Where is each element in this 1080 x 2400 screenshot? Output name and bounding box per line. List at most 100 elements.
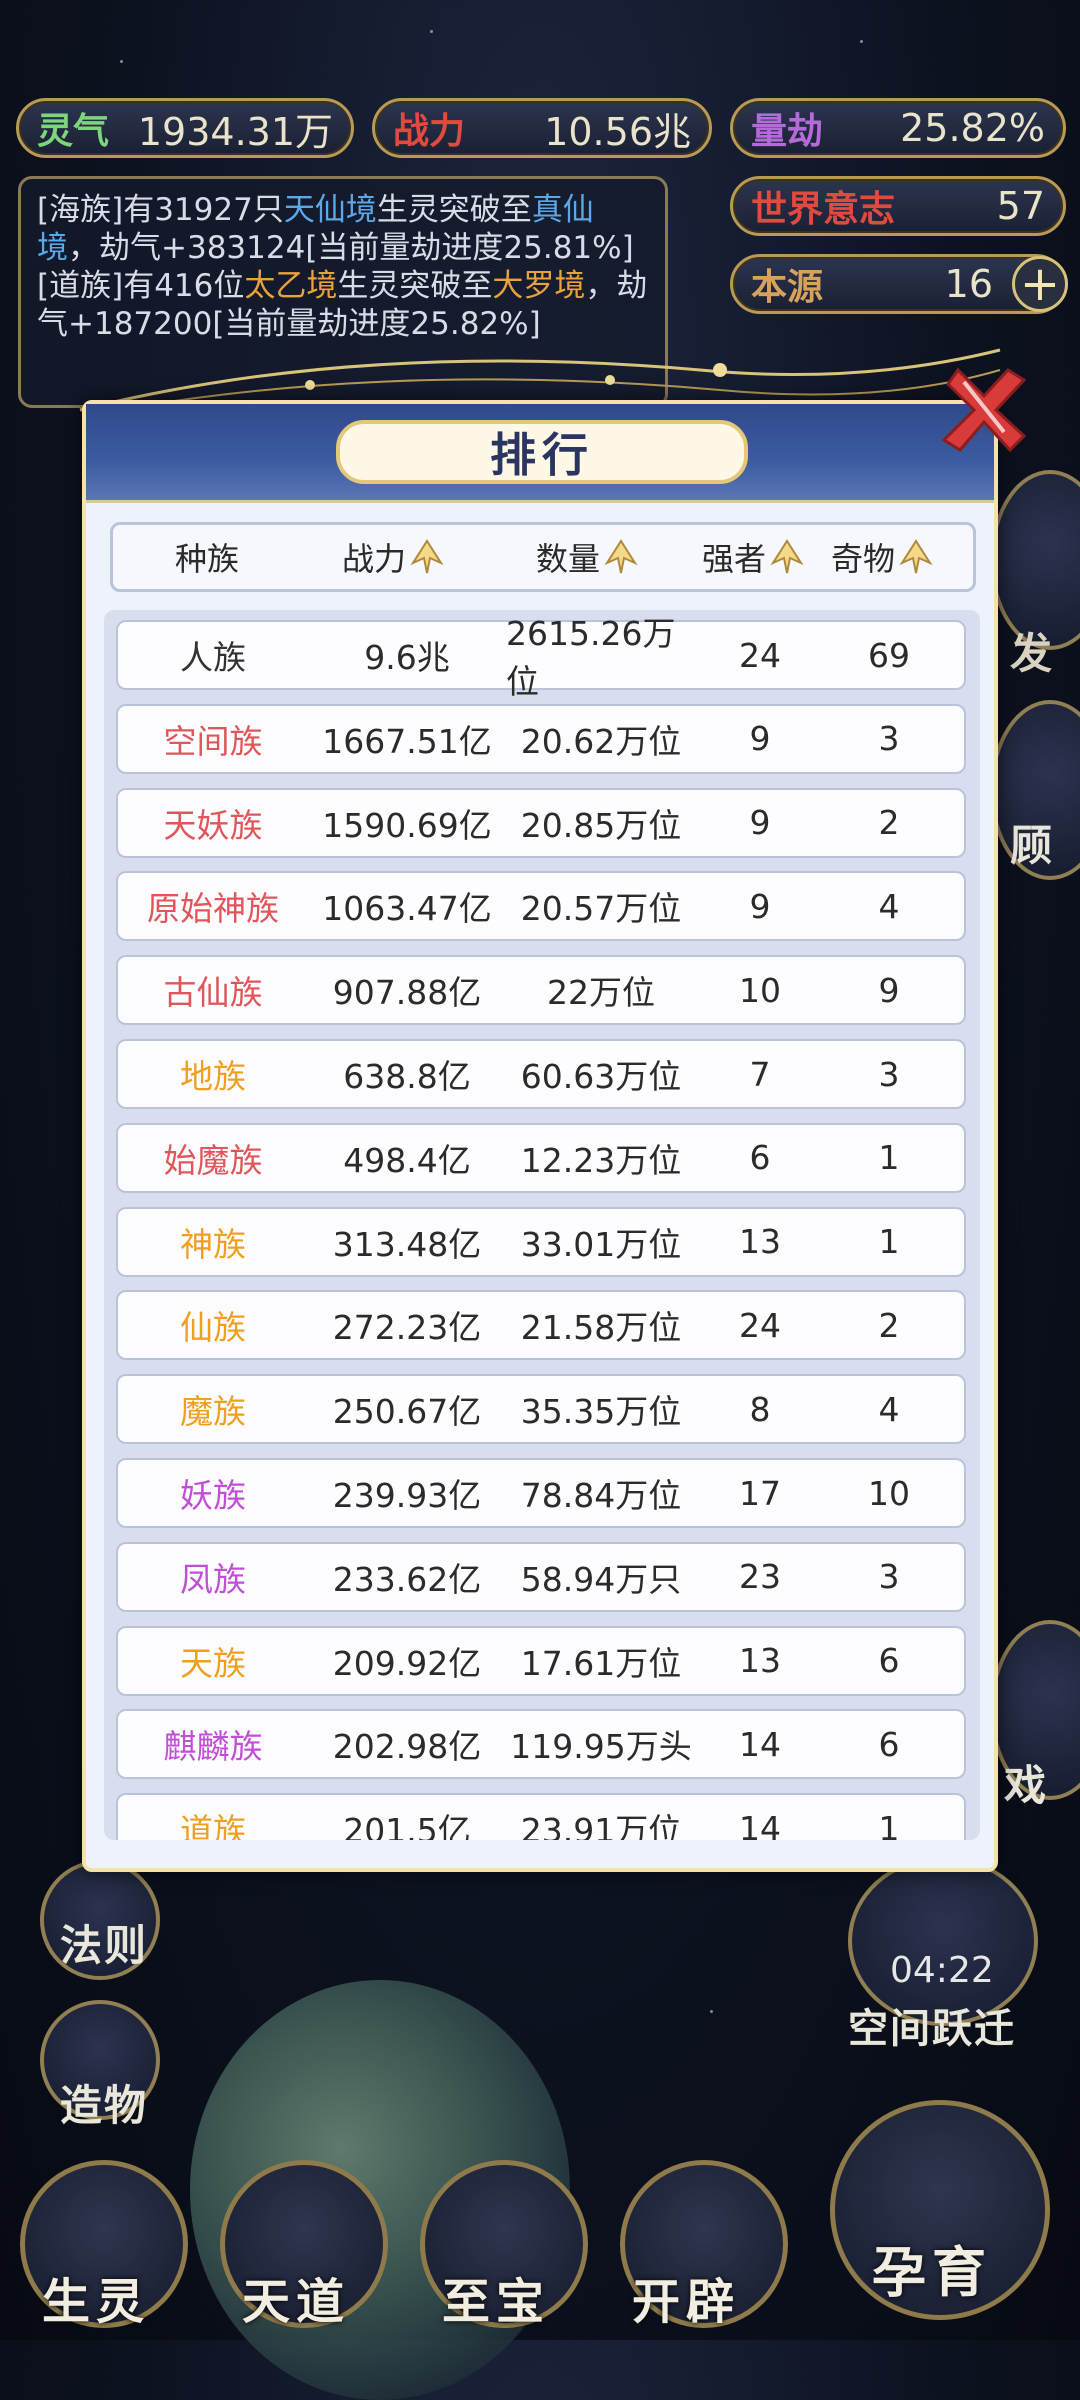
race-name: 天妖族 <box>163 805 263 845</box>
table-row[interactable]: 原始神族 1063.47亿 20.57万位 9 4 <box>116 871 966 942</box>
liangjie-value: 25.82% <box>900 106 1045 150</box>
column-count-sort[interactable]: 数量 <box>485 534 689 580</box>
race-strong: 23 <box>739 1557 781 1597</box>
sort-arrow-icon <box>410 539 444 574</box>
race-name: 天族 <box>180 1643 246 1683</box>
close-icon <box>941 367 1027 453</box>
lingqi-value: 1934.31万 <box>137 109 333 154</box>
race-name: 古仙族 <box>163 973 263 1013</box>
yun-yu-label: 孕育 <box>872 2241 992 2304</box>
star <box>120 60 123 63</box>
table-row[interactable]: 天族 209.92亿 17.61万位 13 6 <box>116 1625 966 1696</box>
race-power: 202.98亿 <box>332 1727 482 1767</box>
race-count: 22万位 <box>547 973 655 1013</box>
kong-jian-label: 空间跃迁 <box>848 2006 1016 2052</box>
zhanli-label: 战力 <box>393 111 466 152</box>
race-count: 119.95万头 <box>510 1727 692 1767</box>
column-label: 奇物 <box>830 540 895 578</box>
race-power: 250.67亿 <box>332 1392 482 1432</box>
table-row[interactable]: 始魔族 498.4亿 12.23万位 6 1 <box>116 1122 966 1193</box>
sort-arrow-icon <box>899 539 933 574</box>
world-will-label: 世界意志 <box>751 189 896 230</box>
table-row[interactable]: 天妖族 1590.69亿 20.85万位 9 2 <box>116 787 966 858</box>
table-row[interactable]: 道族 201.5亿 23.91万位 14 1 <box>116 1793 966 1840</box>
sort-arrow-icon <box>604 539 638 574</box>
race-power: 313.48亿 <box>332 1224 482 1264</box>
race-strong: 9 <box>749 803 771 843</box>
table-row[interactable]: 凤族 233.62亿 58.94万只 23 3 <box>116 1541 966 1612</box>
race-power: 1667.51亿 <box>322 721 492 761</box>
star <box>710 2010 713 2013</box>
race-name: 人族 <box>180 638 246 677</box>
race-count: 35.35万位 <box>520 1392 682 1432</box>
race-items: 4 <box>878 886 900 926</box>
race-items: 2 <box>878 803 900 843</box>
log-text: ，劫气+383124[当前量劫进度25.81%] <box>68 230 634 266</box>
race-items: 1 <box>878 1222 900 1262</box>
table-row[interactable]: 地族 638.8亿 60.63万位 7 3 <box>116 1039 966 1109</box>
race-name: 仙族 <box>180 1308 246 1348</box>
race-strong: 6 <box>749 1138 771 1178</box>
table-row[interactable]: 仙族 272.23亿 21.58万位 24 2 <box>116 1290 966 1361</box>
race-power: 201.5亿 <box>343 1811 471 1840</box>
dialog-header: 排行 <box>86 404 994 503</box>
sort-arrow-icon <box>770 539 804 574</box>
add-benyuan-button[interactable]: + <box>1012 256 1068 312</box>
zhanli-stat: 战力 10.56兆 <box>372 98 712 158</box>
race-items: 1 <box>878 1138 900 1178</box>
race-power: 9.6兆 <box>364 638 450 677</box>
race-power: 907.88亿 <box>332 973 482 1013</box>
log-text: [海族]有31927只 <box>37 192 284 228</box>
table-row[interactable]: 空间族 1667.51亿 20.62万位 9 3 <box>116 703 966 774</box>
column-items-sort[interactable]: 奇物 <box>817 534 947 580</box>
race-power: 638.8亿 <box>343 1057 471 1096</box>
race-items: 3 <box>878 1557 900 1597</box>
race-power: 209.92亿 <box>332 1643 482 1683</box>
liangjie-stat: 量劫 25.82% <box>730 98 1066 158</box>
kai-pi-label: 开辟 <box>632 2274 741 2330</box>
race-name: 原始神族 <box>147 889 279 929</box>
race-count: 12.23万位 <box>520 1140 682 1180</box>
column-label: 数量 <box>535 540 600 578</box>
race-strong: 7 <box>749 1054 771 1094</box>
column-label: 战力 <box>341 540 406 578</box>
table-row[interactable]: 古仙族 907.88亿 22万位 10 9 <box>116 955 966 1026</box>
race-count: 17.61万位 <box>520 1643 682 1683</box>
close-button[interactable] <box>934 362 1030 458</box>
race-strong: 24 <box>739 1305 781 1345</box>
column-strong-sort[interactable]: 强者 <box>689 534 817 580</box>
race-name: 空间族 <box>163 721 263 761</box>
race-strong: 14 <box>739 1724 781 1764</box>
race-count: 58.94万只 <box>520 1559 682 1599</box>
log-realm: 天仙境 <box>283 192 377 228</box>
race-items: 9 <box>878 970 900 1010</box>
side-partial-label: 顾 <box>1010 821 1055 870</box>
race-power: 233.62亿 <box>332 1559 482 1599</box>
plus-icon: + <box>1019 256 1061 312</box>
table-row[interactable]: 魔族 250.67亿 35.35万位 8 4 <box>116 1374 966 1445</box>
ranking-dialog: 排行 种族 战力 数量 强者 奇物 人族 9.6兆 2615.26万位 24 6… <box>82 400 998 1872</box>
column-race: 种族 <box>113 534 301 580</box>
race-strong: 13 <box>739 1641 781 1681</box>
fa-ze-label: 法则 <box>60 1921 149 1970</box>
race-power: 1590.69亿 <box>322 805 492 845</box>
table-row[interactable]: 妖族 239.93亿 78.84万位 17 10 <box>116 1458 966 1528</box>
race-name: 妖族 <box>180 1476 246 1515</box>
table-row[interactable]: 神族 313.48亿 33.01万位 13 1 <box>116 1206 966 1277</box>
zhi-bao-label: 至宝 <box>442 2274 551 2330</box>
race-count: 20.62万位 <box>520 721 682 761</box>
column-power-sort[interactable]: 战力 <box>301 534 485 580</box>
race-strong: 10 <box>739 970 781 1010</box>
zhanli-value: 10.56兆 <box>544 109 691 154</box>
race-name: 神族 <box>180 1224 246 1264</box>
race-strong: 24 <box>739 635 781 675</box>
table-header: 种族 战力 数量 强者 奇物 <box>110 522 976 592</box>
log-text: [道族]有416位 <box>37 268 245 304</box>
race-strong: 13 <box>739 1222 781 1262</box>
benyuan-label: 本源 <box>751 267 824 308</box>
world-will-value: 57 <box>996 184 1045 228</box>
table-row[interactable]: 麒麟族 202.98亿 119.95万头 14 6 <box>116 1709 966 1780</box>
table-row[interactable]: 人族 9.6兆 2615.26万位 24 69 <box>116 614 966 701</box>
liangjie-label: 量劫 <box>751 111 824 152</box>
ranking-list[interactable]: 人族 9.6兆 2615.26万位 24 69 空间族 1667.51亿 20.62万位 9 3 天… <box>104 610 980 1840</box>
